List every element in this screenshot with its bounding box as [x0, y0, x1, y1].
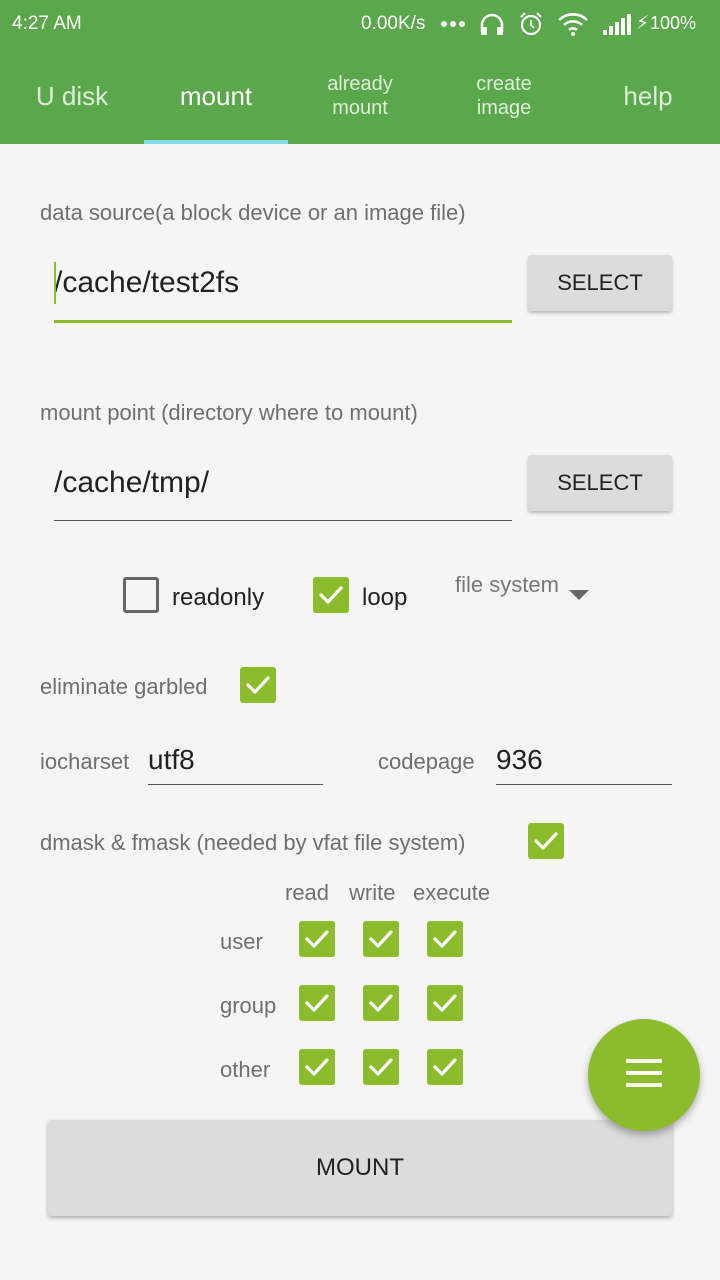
mask-checkbox[interactable] — [528, 823, 564, 859]
tab-label: create image — [476, 72, 532, 120]
row-label-other: other — [220, 1057, 271, 1082]
column-header-write: write — [349, 880, 396, 905]
wifi-icon — [558, 13, 588, 36]
alarm-icon — [520, 12, 542, 36]
tab-label-line2: mount — [332, 97, 388, 119]
row-label-group: group — [220, 993, 277, 1018]
source-input-underline — [54, 320, 512, 323]
mount-point-input[interactable]: /cache/tmp/ — [54, 466, 209, 500]
other-read-checkbox[interactable] — [299, 1049, 335, 1085]
menu-icon — [626, 1059, 662, 1089]
tab-label-line1: already — [327, 73, 393, 95]
group-execute-checkbox[interactable] — [427, 985, 463, 1021]
check-icon — [369, 930, 393, 948]
app-bar: 4:27 AM 0.00K/s ⚡ 100% U disk mount alre… — [0, 0, 720, 144]
headphones-icon — [480, 13, 504, 35]
mount-point-label: mount point (directory where to mount) — [40, 400, 418, 425]
more-dots-icon — [441, 21, 465, 27]
mount-button[interactable]: MOUNT — [48, 1120, 672, 1216]
group-read-checkbox[interactable] — [299, 985, 335, 1021]
codepage-input[interactable]: 936 — [496, 744, 543, 776]
status-icons — [440, 8, 634, 40]
iocharset-input-underline — [148, 784, 323, 785]
row-label-user: user — [220, 929, 263, 954]
other-write-checkbox[interactable] — [363, 1049, 399, 1085]
mount-point-input-underline — [54, 520, 512, 521]
status-net-speed: 0.00K/s — [361, 13, 426, 34]
mount-point-select-button[interactable]: SELECT — [528, 455, 672, 511]
check-icon — [319, 586, 343, 604]
tab-label-line2: image — [476, 97, 532, 119]
check-icon — [433, 1058, 457, 1076]
tab-label: U disk — [35, 80, 109, 111]
source-label: data source(a block device or an image f… — [40, 200, 466, 225]
check-icon — [246, 676, 270, 694]
check-icon — [369, 994, 393, 1012]
tab-label-line1: create — [476, 73, 532, 95]
source-select-button[interactable]: SELECT — [528, 255, 672, 311]
check-icon — [305, 994, 329, 1012]
source-input[interactable]: /cache/test2fs — [54, 266, 239, 300]
file-system-dropdown[interactable]: file system — [455, 570, 595, 606]
check-icon — [433, 930, 457, 948]
tab-label: mount — [179, 80, 253, 111]
readonly-checkbox[interactable] — [123, 577, 159, 613]
loop-checkbox[interactable] — [313, 577, 349, 613]
tab-u-disk[interactable]: U disk — [0, 48, 144, 144]
tab-already-mount[interactable]: already mount — [288, 48, 432, 144]
tab-label: help — [623, 80, 673, 111]
column-header-read: read — [285, 880, 330, 905]
menu-fab-button[interactable] — [588, 1019, 700, 1131]
user-read-checkbox[interactable] — [299, 921, 335, 957]
check-icon — [305, 1058, 329, 1076]
column-header-execute: execute — [413, 880, 491, 905]
check-icon — [305, 930, 329, 948]
iocharset-input[interactable]: utf8 — [148, 744, 195, 776]
iocharset-label: iocharset — [40, 749, 130, 774]
battery-level: 100% — [650, 13, 697, 33]
check-icon — [433, 994, 457, 1012]
readonly-label: readonly — [172, 584, 265, 611]
file-system-label: file system — [455, 572, 559, 597]
dropdown-arrow-icon — [569, 590, 589, 600]
text-cursor — [54, 262, 56, 304]
tab-indicator — [144, 140, 288, 144]
status-bar: 4:27 AM 0.00K/s ⚡ 100% — [0, 0, 720, 48]
user-execute-checkbox[interactable] — [427, 921, 463, 957]
user-write-checkbox[interactable] — [363, 921, 399, 957]
check-icon — [534, 832, 558, 850]
group-write-checkbox[interactable] — [363, 985, 399, 1021]
codepage-label: codepage — [378, 749, 475, 774]
signal-icon — [603, 14, 631, 35]
status-time: 4:27 AM — [12, 13, 82, 34]
eliminate-garbled-checkbox[interactable] — [240, 667, 276, 703]
other-execute-checkbox[interactable] — [427, 1049, 463, 1085]
tab-help[interactable]: help — [576, 48, 720, 144]
loop-label: loop — [362, 584, 408, 611]
mask-label: dmask & fmask (needed by vfat file syste… — [40, 830, 466, 855]
codepage-input-underline — [496, 784, 672, 785]
tab-create-image[interactable]: create image — [432, 48, 576, 144]
tab-mount[interactable]: mount — [144, 48, 288, 144]
tab-label: already mount — [327, 72, 393, 120]
charging-icon: ⚡ — [636, 13, 650, 34]
eliminate-garbled-label: eliminate garbled — [40, 674, 208, 699]
check-icon — [369, 1058, 393, 1076]
